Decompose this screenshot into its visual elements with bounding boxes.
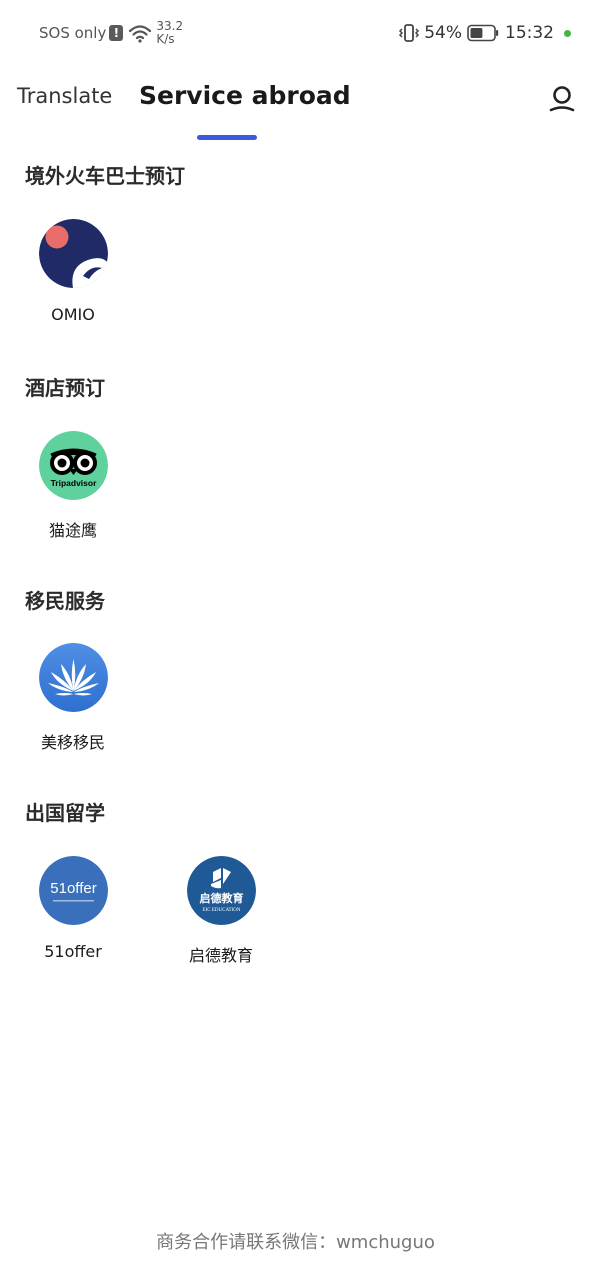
footer-contact: 商务合作请联系微信：wmchuguo	[156, 1232, 435, 1253]
eic-logo-text: 启德教育	[200, 891, 244, 905]
tripadvisor-logo-text: Tripadvisor	[51, 478, 98, 488]
app-eic-education[interactable]: 启德教育 EIC EDUCATION 启德教育	[166, 856, 276, 986]
section-title-immigration: 移民服务	[25, 589, 105, 613]
person-icon[interactable]	[548, 84, 576, 114]
51offer-logo-text: 51offer	[50, 880, 96, 897]
clock: 15:32	[505, 23, 554, 43]
tripadvisor-logo-icon: Tripadvisor	[39, 431, 108, 500]
51offer-logo-icon: 51offer	[39, 856, 108, 925]
app-label-omio: OMIO	[51, 305, 95, 324]
omio-logo-icon	[39, 219, 108, 288]
app-label-tripadvisor: 猫途鹰	[48, 521, 97, 540]
status-bar: SOS only ! 33.2 K/s 54% 15:32	[0, 0, 591, 66]
status-right: 54% 15:32	[398, 20, 571, 46]
app-tripadvisor[interactable]: Tripadvisor 猫途鹰	[18, 431, 128, 561]
network-speed: 33.2 K/s	[156, 20, 183, 46]
status-left: SOS only ! 33.2 K/s	[39, 20, 183, 46]
section-title-study-abroad: 出国留学	[25, 801, 105, 825]
app-51offer[interactable]: 51offer 51offer	[18, 856, 128, 986]
tab-translate[interactable]: Translate	[17, 84, 112, 108]
eic-education-logo-icon: 启德教育 EIC EDUCATION	[187, 856, 256, 925]
app-omio[interactable]: OMIO	[18, 219, 128, 349]
wifi-icon	[129, 25, 152, 43]
app-label-eic-education: 启德教育	[188, 946, 253, 965]
carrier-text: SOS only	[39, 24, 107, 42]
section-title-train-bus: 境外火车巴士预订	[25, 164, 185, 188]
battery-percent: 54%	[424, 23, 462, 43]
active-tab-indicator	[197, 135, 257, 140]
vibrate-icon	[399, 24, 420, 42]
top-tab-bar: Translate Service abroad	[0, 66, 591, 146]
tab-service-abroad[interactable]: Service abroad	[139, 81, 351, 110]
sim-alert-icon: !	[109, 25, 124, 41]
app-label-meiyi-immigration: 美移移民	[40, 733, 105, 752]
eic-logo-subtext: EIC EDUCATION	[203, 908, 241, 913]
app-label-51offer: 51offer	[44, 942, 102, 961]
battery-icon	[467, 24, 499, 42]
status-indicator-dot	[564, 29, 571, 37]
app-meiyi-immigration[interactable]: 美移移民	[18, 643, 128, 773]
network-speed-unit: K/s	[156, 32, 175, 46]
lotus-logo-icon	[39, 643, 108, 712]
section-title-hotel: 酒店预订	[25, 376, 105, 400]
